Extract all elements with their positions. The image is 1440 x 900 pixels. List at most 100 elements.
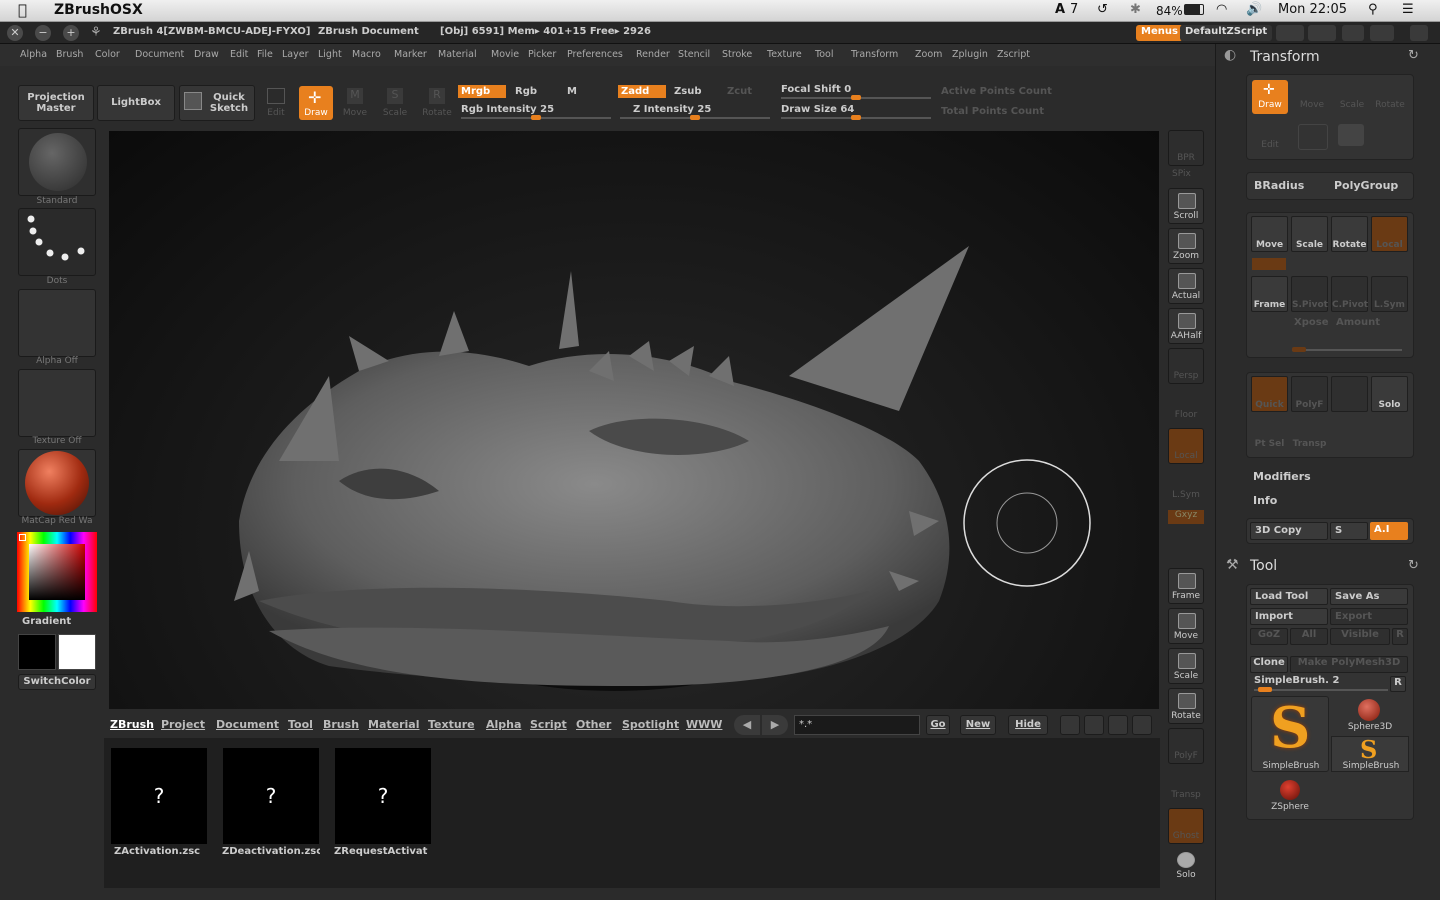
menu-color[interactable]: Color	[95, 49, 120, 60]
draw-mode-button[interactable]: ✛ Draw	[299, 86, 333, 120]
menu-preferences[interactable]: Preferences	[567, 49, 623, 60]
menus-button[interactable]: Menus	[1136, 25, 1183, 41]
draw-size-knob[interactable]	[851, 115, 861, 120]
move-view-button[interactable]: Move	[1168, 608, 1204, 644]
z-intensity-slider[interactable]: Z Intensity 25	[633, 104, 711, 115]
load-tool-button[interactable]: Load Tool	[1250, 588, 1328, 605]
lightbox-item-thumb[interactable]: ?	[111, 748, 207, 844]
quick-sketch-button[interactable]: Quick Sketch	[179, 85, 255, 121]
scale-view-button[interactable]: Scale	[1168, 648, 1204, 684]
menu-stroke[interactable]: Stroke	[722, 49, 752, 60]
simplebrush-tool-small[interactable]: S SimpleBrush	[1331, 735, 1409, 772]
transform-palette-icon[interactable]: ◐	[1224, 47, 1236, 63]
m-button[interactable]: M	[567, 86, 577, 97]
polyf-button[interactable]: PolyF	[1168, 728, 1204, 764]
mrgb-button[interactable]: Mrgb	[458, 85, 506, 98]
gradient-label[interactable]: Gradient	[22, 616, 71, 627]
clone-button[interactable]: Clone	[1250, 656, 1288, 673]
actual-button[interactable]: Actual	[1168, 268, 1204, 304]
all-button[interactable]: All	[1290, 628, 1328, 645]
tab-script[interactable]: Script	[530, 718, 567, 731]
lightbox-item-name[interactable]: ZRequestActivat	[334, 846, 432, 857]
current-tool-slider[interactable]: SimpleBrush. 2	[1254, 675, 1339, 686]
lsym-button-rp[interactable]: L.Sym	[1371, 276, 1408, 312]
tool-refresh-icon[interactable]: ↻	[1408, 558, 1419, 573]
tool-palette-icon[interactable]: ⚒	[1226, 557, 1239, 573]
lightbox-button[interactable]: LightBox	[97, 85, 175, 121]
r-button[interactable]: R	[1392, 628, 1408, 645]
nav-scale-button[interactable]: Scale	[1291, 216, 1328, 252]
prev-arrow-icon[interactable]: ◀	[734, 715, 760, 735]
notification-list-icon[interactable]: ☰	[1402, 2, 1414, 17]
spivot-button[interactable]: S.Pivot	[1291, 276, 1328, 312]
menu-edit[interactable]: Edit	[230, 49, 248, 60]
tab-brush[interactable]: Brush	[323, 718, 359, 731]
hide-button[interactable]: Hide	[1008, 715, 1048, 735]
camera-icon[interactable]	[1338, 124, 1364, 146]
edit-mode-button[interactable]: Edit	[261, 86, 291, 120]
bluetooth-icon[interactable]: ✱	[1130, 2, 1141, 17]
export-button[interactable]: Export	[1330, 608, 1408, 625]
lightbox-item-name[interactable]: ZDeactivation.zsc	[222, 846, 320, 857]
solo-button-rp[interactable]: Solo	[1371, 376, 1408, 412]
tab-material[interactable]: Material	[368, 718, 419, 731]
view-list-icon[interactable]	[1108, 715, 1128, 735]
menu-movie[interactable]: Movie	[491, 49, 519, 60]
modifiers-subpalette[interactable]: Modifiers	[1253, 470, 1311, 483]
zsphere-tool[interactable]: ZSphere	[1251, 776, 1329, 814]
menu-transform[interactable]: Transform	[851, 49, 898, 60]
mac-app-name[interactable]: ZBrushOSX	[54, 2, 143, 18]
window-layout-icon[interactable]	[1370, 25, 1394, 41]
split-view-icon[interactable]	[1342, 25, 1364, 41]
nav-rotate-button[interactable]: Rotate	[1331, 216, 1368, 252]
material-slot[interactable]	[18, 449, 96, 517]
xpose-amount-track[interactable]	[1292, 349, 1402, 351]
go-button[interactable]: Go	[926, 715, 950, 735]
maximize-window-icon[interactable]: +	[63, 25, 79, 41]
transform-refresh-icon[interactable]: ↻	[1408, 48, 1419, 63]
texture-slot[interactable]	[18, 369, 96, 437]
s-button[interactable]: S	[1330, 522, 1368, 540]
3d-copy-button[interactable]: 3D Copy	[1250, 522, 1328, 540]
spix-label[interactable]: SPix	[1172, 169, 1191, 179]
import-button[interactable]: Import	[1250, 608, 1328, 625]
xyz-toggle[interactable]	[1252, 258, 1286, 270]
focal-shift-slider[interactable]: Focal Shift 0	[781, 84, 851, 95]
volume-icon[interactable]: 🔊	[1246, 2, 1262, 17]
menu-alpha[interactable]: Alpha	[20, 49, 47, 60]
scale-mode-button-rp[interactable]: Scale	[1334, 80, 1370, 114]
stroke-slot[interactable]	[18, 208, 96, 276]
battery-icon[interactable]	[1184, 4, 1204, 15]
polygroup-button[interactable]: PolyGroup	[1334, 179, 1398, 192]
minimize-window-icon[interactable]: −	[35, 25, 51, 41]
color-saturation-square[interactable]	[29, 544, 85, 600]
menu-marker[interactable]: Marker	[394, 49, 427, 60]
menu-light[interactable]: Light	[318, 49, 342, 60]
view-large-icon[interactable]	[1132, 715, 1152, 735]
tab-other[interactable]: Other	[576, 718, 611, 731]
menu-zscript[interactable]: Zscript	[997, 49, 1030, 60]
menu-document[interactable]: Document	[135, 49, 184, 60]
transp-button[interactable]: Transp	[1168, 768, 1204, 804]
layout-slider-icon[interactable]	[1276, 25, 1304, 41]
close-window-icon[interactable]: ✕	[7, 25, 23, 41]
menu-tool[interactable]: Tool	[815, 49, 833, 60]
zcut-button[interactable]: Zcut	[727, 86, 752, 97]
nav-local-button[interactable]: Local	[1371, 216, 1408, 252]
solo-button[interactable]: Solo	[1168, 848, 1204, 884]
tab-texture[interactable]: Texture	[428, 718, 475, 731]
apple-icon[interactable]: 	[18, 1, 27, 19]
sphere3d-tool[interactable]: Sphere3D	[1331, 696, 1409, 734]
aahalf-button[interactable]: AAHalf	[1168, 308, 1204, 344]
next-arrow-icon[interactable]: ▶	[762, 715, 788, 735]
gxyz-button[interactable]: Gxyz	[1168, 510, 1204, 524]
polyf-button-rp[interactable]: PolyF	[1291, 376, 1328, 412]
brush-slot[interactable]	[18, 128, 96, 196]
quick-button[interactable]: Quick	[1251, 376, 1288, 412]
visible-button[interactable]: Visible	[1330, 628, 1390, 645]
r-button-2[interactable]: R	[1390, 676, 1406, 692]
transform-palette-title[interactable]: Transform	[1250, 49, 1320, 65]
menu-draw[interactable]: Draw	[194, 49, 219, 60]
tab-zbrush[interactable]: ZBrush	[110, 718, 154, 731]
scroll-button[interactable]: Scroll	[1168, 188, 1204, 224]
